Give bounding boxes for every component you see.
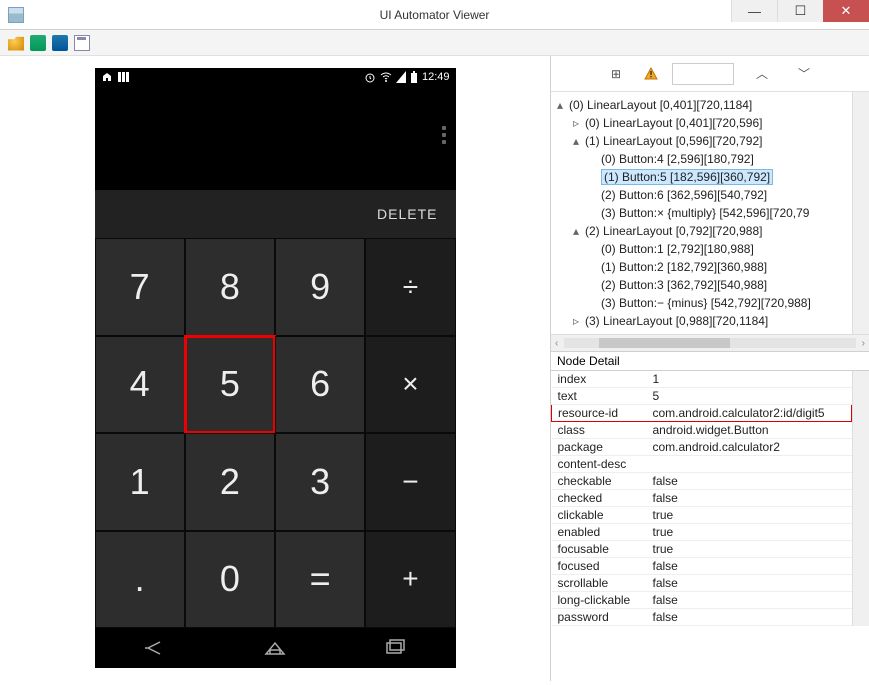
detail-row[interactable]: text5 (552, 388, 852, 405)
device-screenshot[interactable]: 12:49 DELETE 789÷ 456× 123−.0=+ (95, 68, 456, 668)
detail-row[interactable]: enabledtrue (552, 524, 852, 541)
alarm-icon (364, 71, 376, 83)
phone-status-bar: 12:49 (95, 68, 456, 86)
tree-horizontal-scrollbar[interactable]: ‹› (551, 334, 869, 351)
toolbar (0, 30, 869, 56)
hierarchy-tree[interactable]: ▴(0) LinearLayout [0,401][720,1184]▹(0) … (551, 92, 852, 334)
home-icon (101, 71, 113, 83)
battery-icon (410, 71, 418, 83)
app-icon (8, 7, 24, 23)
tree-node[interactable]: (2) Button:6 [362,596][540,792] (557, 186, 850, 204)
signal-icon (396, 71, 406, 83)
key-3: 3 (275, 433, 365, 531)
search-prev-button[interactable]: ︿ (748, 63, 776, 85)
window-maximize-button[interactable]: ☐ (777, 0, 823, 22)
home-nav-icon (262, 639, 288, 657)
phone-nav-bar (95, 628, 456, 668)
tree-node[interactable]: (2) Button:3 [362,792][540,988] (557, 276, 850, 294)
tree-node[interactable]: (1) Button:2 [182,792][360,988] (557, 258, 850, 276)
key-6: 6 (275, 336, 365, 434)
key-−: − (365, 433, 455, 531)
inspector-pane: ⊞ ︿ ﹀ ▴(0) LinearLayout [0,401][720,1184… (550, 56, 869, 681)
apps-icon (117, 71, 129, 83)
save-icon[interactable] (74, 35, 90, 51)
overflow-menu-icon (442, 126, 446, 144)
calculator-toolbar: DELETE (95, 190, 456, 238)
tree-node[interactable]: (0) Button:1 [2,792][180,988] (557, 240, 850, 258)
detail-row[interactable]: checkablefalse (552, 473, 852, 490)
key-1: 1 (95, 433, 185, 531)
key-7: 7 (95, 238, 185, 336)
detail-row[interactable]: checkedfalse (552, 490, 852, 507)
tree-node[interactable]: (3) Button:− {minus} [542,792][720,988] (557, 294, 850, 312)
expand-all-button[interactable]: ⊞ (602, 63, 630, 85)
key-×: × (365, 336, 455, 434)
tree-node[interactable]: ▴(1) LinearLayout [0,596][720,792] (557, 132, 850, 150)
key-÷: ÷ (365, 238, 455, 336)
key-+: + (365, 531, 455, 629)
key-4: 4 (95, 336, 185, 434)
tree-node[interactable]: ▹(3) LinearLayout [0,988][720,1184] (557, 312, 850, 330)
warning-icon (644, 67, 658, 81)
open-icon[interactable] (8, 35, 24, 51)
device-screenshot-icon[interactable] (30, 35, 46, 51)
detail-row[interactable]: content-desc (552, 456, 852, 473)
wifi-icon (380, 71, 392, 83)
tree-node[interactable]: ▴(2) LinearLayout [0,792][720,988] (557, 222, 850, 240)
detail-header: Node Detail (551, 351, 869, 371)
tree-node[interactable]: ▹(0) LinearLayout [0,401][720,596] (557, 114, 850, 132)
tree-node[interactable]: ▴(0) LinearLayout [0,401][720,1184] (557, 96, 850, 114)
key-8: 8 (185, 238, 275, 336)
back-icon (142, 639, 168, 657)
detail-vertical-scrollbar[interactable] (852, 371, 869, 626)
detail-row[interactable]: clickabletrue (552, 507, 852, 524)
tree-toolbar: ⊞ ︿ ﹀ (551, 56, 869, 92)
detail-row[interactable]: index1 (552, 371, 852, 388)
search-next-button[interactable]: ﹀ (790, 63, 818, 85)
tree-vertical-scrollbar[interactable] (852, 92, 869, 334)
delete-button: DELETE (377, 206, 437, 222)
tree-node[interactable]: (3) Button:× {multiply} [542,596][720,79 (557, 204, 850, 222)
detail-row[interactable]: resource-idcom.android.calculator2:id/di… (552, 405, 852, 422)
key-=: = (275, 531, 365, 629)
key-0: 0 (185, 531, 275, 629)
window-close-button[interactable]: ✕ (823, 0, 869, 22)
tree-node[interactable]: (1) Button:5 [182,596][360,792] (557, 168, 850, 186)
detail-row[interactable]: long-clickablefalse (552, 592, 852, 609)
tree-node[interactable]: (0) Button:4 [2,596][180,792] (557, 150, 850, 168)
recent-icon (382, 639, 408, 657)
window-title: UI Automator Viewer (380, 8, 490, 22)
device-screenshot-compressed-icon[interactable] (52, 35, 68, 51)
window-titlebar: UI Automator Viewer — ☐ ✕ (0, 0, 869, 30)
detail-row[interactable]: classandroid.widget.Button (552, 422, 852, 439)
detail-row[interactable]: packagecom.android.calculator2 (552, 439, 852, 456)
search-input[interactable] (672, 63, 734, 85)
calculator-display (95, 86, 456, 190)
key-9: 9 (275, 238, 365, 336)
calculator-keypad: 789÷ 456× 123−.0=+ (95, 238, 456, 628)
key-5: 5 (185, 336, 275, 434)
detail-row[interactable]: scrollablefalse (552, 575, 852, 592)
node-detail-table[interactable]: index1text5resource-idcom.android.calcul… (551, 371, 852, 626)
detail-row[interactable]: focusabletrue (552, 541, 852, 558)
detail-row[interactable]: passwordfalse (552, 609, 852, 626)
screenshot-pane: 12:49 DELETE 789÷ 456× 123−.0=+ (0, 56, 550, 681)
key-.: . (95, 531, 185, 629)
key-2: 2 (185, 433, 275, 531)
phone-clock: 12:49 (422, 71, 450, 83)
window-minimize-button[interactable]: — (731, 0, 777, 22)
detail-row[interactable]: focusedfalse (552, 558, 852, 575)
